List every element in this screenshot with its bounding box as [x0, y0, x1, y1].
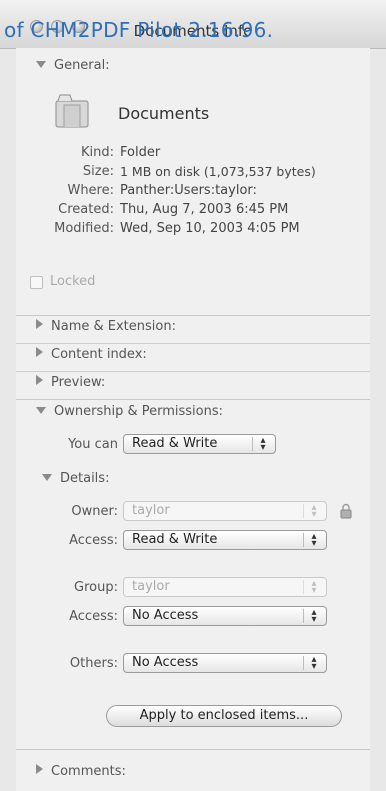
- you-can-value: Read & Write: [132, 436, 218, 451]
- general-section-toggle[interactable]: General:: [36, 58, 110, 73]
- size-label: Size:: [82, 164, 114, 179]
- comments-pane: Comments:: [16, 749, 370, 791]
- general-section-label: General:: [54, 58, 110, 73]
- created-value: Thu, Aug 7, 2003 6:45 PM: [120, 202, 289, 217]
- you-can-popup[interactable]: Read & Write ▴ ▾: [123, 434, 276, 454]
- name-extension-section-toggle[interactable]: Name & Extension:: [36, 319, 176, 334]
- preview-section-toggle[interactable]: Preview:: [36, 375, 105, 390]
- lock-icon[interactable]: [340, 503, 352, 519]
- locked-label: Locked: [50, 274, 96, 289]
- popup-stepper-icon: ▴ ▾: [303, 608, 324, 625]
- group-access-label: Access:: [69, 609, 118, 624]
- owner-access-popup[interactable]: Read & Write ▴ ▾: [123, 530, 327, 550]
- watermark-banner: of CHM2PDF Pilot 2.16.96.: [4, 18, 274, 42]
- name-extension-label: Name & Extension:: [51, 319, 176, 334]
- apply-to-enclosed-items-button[interactable]: Apply to enclosed items...: [106, 705, 342, 727]
- size-value: 1 MB on disk (1,073,537 bytes): [120, 164, 316, 179]
- owner-access-value: Read & Write: [132, 532, 218, 547]
- disclosure-right-icon[interactable]: [36, 319, 43, 329]
- disclosure-down-icon[interactable]: [36, 407, 46, 414]
- collapsed-sections: Name & Extension: Content index: Preview…: [16, 315, 370, 399]
- modified-value: Wed, Sep 10, 2003 4:05 PM: [120, 221, 300, 236]
- disclosure-right-icon[interactable]: [36, 347, 43, 357]
- where-value: Panther:Users:taylor:: [120, 183, 257, 198]
- owner-access-label: Access:: [69, 533, 118, 548]
- kind-label: Kind:: [80, 145, 114, 160]
- popup-stepper-icon: ▴ ▾: [303, 532, 324, 549]
- content-index-section-toggle[interactable]: Content index:: [36, 347, 147, 362]
- item-name: Documents: [118, 104, 210, 123]
- popup-stepper-icon: ▴ ▾: [303, 655, 324, 672]
- others-popup[interactable]: No Access ▴ ▾: [123, 653, 327, 673]
- comments-label: Comments:: [51, 764, 126, 779]
- info-window: Documents Info of CHM2PDF Pilot 2.16.96.…: [0, 0, 386, 791]
- disclosure-right-icon[interactable]: [36, 375, 43, 385]
- comments-section-toggle[interactable]: Comments:: [36, 764, 126, 779]
- general-pane: General: Documents Kind: Folder Size: 1 …: [16, 48, 370, 315]
- disclosure-right-icon[interactable]: [36, 764, 43, 774]
- modified-label: Modified:: [54, 221, 114, 236]
- owner-label: Owner:: [71, 504, 118, 519]
- disclosure-down-icon[interactable]: [36, 61, 46, 68]
- preview-label: Preview:: [51, 375, 106, 390]
- group-value: taylor: [132, 579, 170, 594]
- group-label: Group:: [74, 580, 118, 595]
- created-label: Created:: [58, 202, 114, 217]
- kind-value: Folder: [120, 145, 161, 160]
- details-label: Details:: [60, 471, 110, 486]
- ownership-permissions-pane: Ownership & Permissions: You can Read & …: [16, 399, 370, 749]
- popup-stepper-icon: ▴ ▾: [252, 436, 273, 453]
- owner-value: taylor: [132, 503, 170, 518]
- group-popup[interactable]: taylor ▴ ▾: [123, 577, 327, 597]
- section-divider: [16, 343, 370, 344]
- disclosure-down-icon[interactable]: [42, 474, 52, 481]
- others-value: No Access: [132, 655, 199, 670]
- ownership-section-toggle[interactable]: Ownership & Permissions:: [36, 404, 223, 419]
- where-label: Where:: [67, 183, 114, 198]
- popup-stepper-icon: ▴ ▾: [303, 503, 324, 520]
- popup-stepper-icon: ▴ ▾: [303, 579, 324, 596]
- folder-icon: [54, 91, 90, 129]
- you-can-label: You can: [68, 437, 118, 452]
- content-index-label: Content index:: [51, 347, 147, 362]
- others-label: Others:: [69, 656, 118, 671]
- group-access-popup[interactable]: No Access ▴ ▾: [123, 606, 327, 626]
- owner-popup[interactable]: taylor ▴ ▾: [123, 501, 327, 521]
- section-divider: [16, 371, 370, 372]
- ownership-section-label: Ownership & Permissions:: [54, 404, 223, 419]
- group-access-value: No Access: [132, 608, 199, 623]
- details-toggle[interactable]: Details:: [42, 471, 109, 486]
- locked-checkbox[interactable]: [30, 276, 43, 289]
